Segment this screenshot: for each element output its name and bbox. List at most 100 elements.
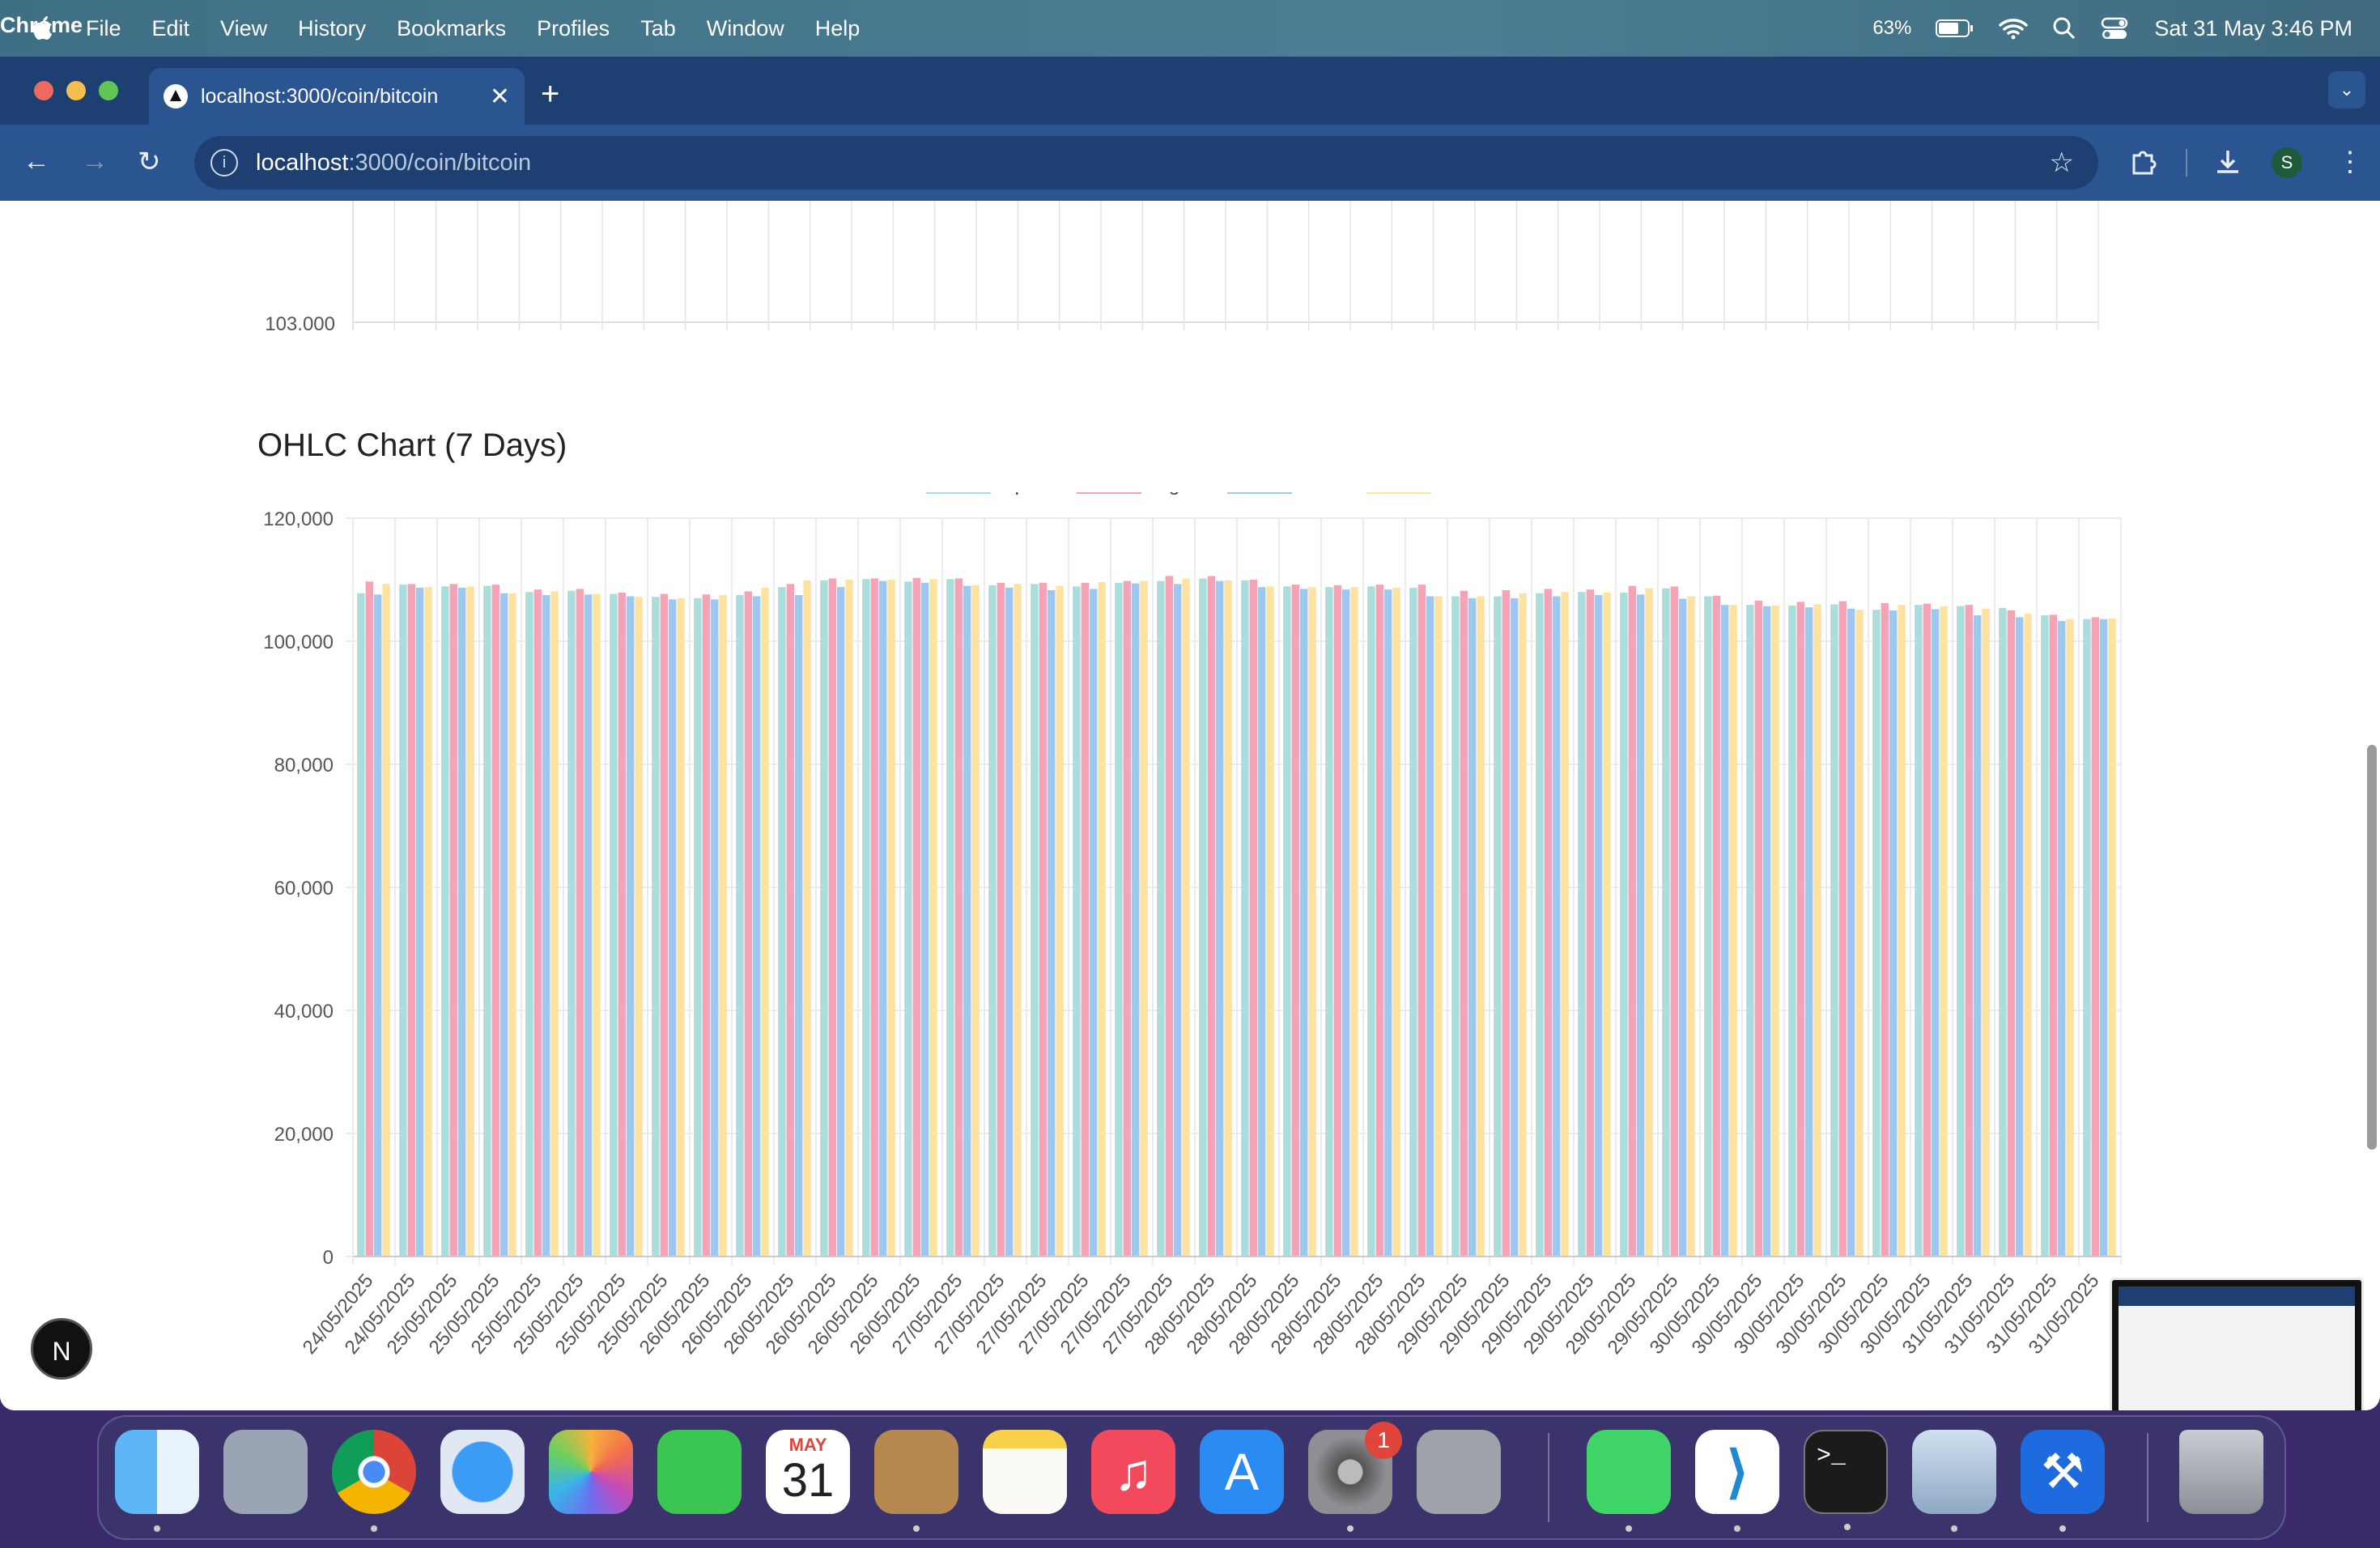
chrome-menu-kebab-icon[interactable]: ⋮	[2336, 146, 2364, 178]
bar-close	[424, 587, 432, 1257]
new-tab-plus-icon[interactable]: +	[541, 76, 559, 113]
wifi-icon[interactable]	[1999, 17, 2029, 40]
menu-window[interactable]: Window	[707, 16, 784, 41]
menu-help[interactable]: Help	[815, 16, 861, 41]
bar-high	[1460, 590, 1468, 1257]
menu-history[interactable]: History	[298, 16, 366, 41]
zoom-window-button[interactable]	[99, 81, 118, 100]
bar-close	[1982, 608, 1990, 1257]
close-window-button[interactable]	[34, 81, 53, 100]
bar-low	[1889, 610, 1898, 1257]
whatsapp-icon[interactable]	[1587, 1430, 1671, 1532]
bar-high	[1333, 585, 1341, 1257]
bar-open	[904, 581, 912, 1257]
address-bar[interactable]: i localhost:3000/coin/bitcoin ☆	[194, 136, 2098, 189]
url-path: :3000/coin/bitcoin	[348, 149, 532, 176]
chrome-icon[interactable]	[332, 1430, 416, 1532]
control-center-icon[interactable]	[2101, 16, 2130, 40]
y-tick-label: 103,000	[265, 313, 335, 330]
launchpad-icon[interactable]	[223, 1430, 308, 1514]
bar-high	[1544, 589, 1552, 1257]
bar-open	[1494, 596, 1502, 1257]
tab-active[interactable]: localhost:3000/coin/bitcoin ✕	[149, 68, 525, 125]
legend-swatch	[926, 492, 991, 494]
thumbnail-browser-bar	[2119, 1286, 2355, 1306]
page-scrollbar[interactable]	[2367, 745, 2377, 1150]
profile-avatar[interactable]: S	[2272, 147, 2302, 178]
bar-open	[1746, 605, 1754, 1257]
downloads-icon[interactable]	[2213, 147, 2242, 176]
bar-high	[1881, 602, 1889, 1257]
bar-low	[374, 594, 382, 1257]
bar-open	[610, 593, 618, 1257]
app-store-icon[interactable]: A	[1200, 1430, 1284, 1514]
screenshot-thumbnail[interactable]	[2110, 1278, 2364, 1410]
bookmark-star-icon[interactable]: ☆	[2050, 147, 2074, 179]
bar-close	[2108, 618, 2116, 1257]
bar-low	[2100, 619, 2108, 1257]
back-arrow-icon[interactable]: ←	[23, 146, 50, 177]
screenshot-thumbnail-preview	[2119, 1286, 2355, 1410]
legend-swatch	[1366, 492, 1431, 494]
bar-close	[508, 593, 516, 1257]
tab-close-icon[interactable]: ✕	[490, 83, 510, 111]
menu-edit[interactable]: Edit	[152, 16, 190, 41]
bar-close	[1519, 593, 1527, 1257]
bar-high	[1712, 595, 1720, 1257]
contacts-icon[interactable]	[874, 1430, 958, 1532]
bar-close	[761, 587, 769, 1257]
bar-close	[1645, 588, 1653, 1257]
battery-icon[interactable]	[1936, 19, 1974, 38]
preview-icon[interactable]	[1912, 1430, 1996, 1532]
menu-clock[interactable]: Sat 31 May 3:46 PM	[2154, 16, 2352, 41]
bar-open	[820, 580, 828, 1257]
music-icon[interactable]: ♫	[1091, 1430, 1175, 1514]
bar-open	[1451, 596, 1460, 1257]
browser-window: localhost:3000/coin/bitcoin ✕ + ⌄ ← → ↻ …	[0, 57, 2380, 1410]
menu-file[interactable]: File	[86, 16, 121, 41]
calendar-icon[interactable]: MAY 31	[766, 1430, 850, 1514]
nextjs-dev-indicator-button[interactable]: N	[31, 1318, 92, 1380]
settings-notification-badge: 1	[1365, 1422, 1402, 1459]
iphone-mirroring-icon[interactable]	[1417, 1430, 1501, 1514]
tab-search-chevron-icon[interactable]: ⌄	[2328, 71, 2365, 108]
menu-bookmarks[interactable]: Bookmarks	[397, 16, 506, 41]
trash-icon[interactable]	[2179, 1430, 2263, 1514]
bar-high	[1965, 605, 1973, 1257]
bar-low	[1932, 609, 1940, 1257]
bar-low	[1721, 605, 1729, 1257]
system-settings-icon[interactable]: 1	[1308, 1422, 1402, 1532]
terminal-icon[interactable]: >_	[1804, 1430, 1888, 1530]
menu-profiles[interactable]: Profiles	[537, 16, 610, 41]
reload-icon[interactable]: ↻	[138, 146, 161, 178]
menu-tab[interactable]: Tab	[640, 16, 676, 41]
vscode-icon[interactable]: ⟩	[1695, 1430, 1779, 1532]
notes-icon[interactable]	[983, 1430, 1067, 1514]
photos-icon[interactable]	[549, 1430, 633, 1514]
legend-label: High	[1150, 492, 1191, 495]
running-indicator	[1951, 1525, 1957, 1532]
safari-icon[interactable]	[440, 1430, 525, 1514]
bar-low	[1132, 583, 1140, 1257]
bar-high	[1670, 586, 1678, 1257]
bar-high	[407, 584, 415, 1257]
site-info-icon[interactable]: i	[210, 149, 238, 176]
extensions-puzzle-icon[interactable]	[2129, 147, 2158, 176]
bar-open	[988, 585, 997, 1257]
spotlight-search-icon[interactable]	[2052, 16, 2076, 40]
forward-arrow-icon[interactable]: →	[81, 146, 108, 177]
running-indicator	[1844, 1524, 1851, 1530]
running-indicator	[371, 1525, 377, 1532]
menu-view[interactable]: View	[220, 16, 267, 41]
bar-low	[1553, 596, 1561, 1257]
xcode-icon[interactable]: ⚒	[2021, 1430, 2105, 1532]
y-tick-label: 120,000	[263, 508, 334, 530]
bar-close	[1477, 596, 1485, 1257]
finder-icon[interactable]	[115, 1430, 199, 1532]
bar-close	[1014, 584, 1022, 1257]
bar-low	[542, 595, 550, 1257]
y-tick-label: 40,000	[274, 1001, 334, 1023]
facetime-icon[interactable]	[657, 1430, 742, 1514]
minimize-window-button[interactable]	[66, 81, 86, 100]
bar-open	[441, 586, 449, 1257]
